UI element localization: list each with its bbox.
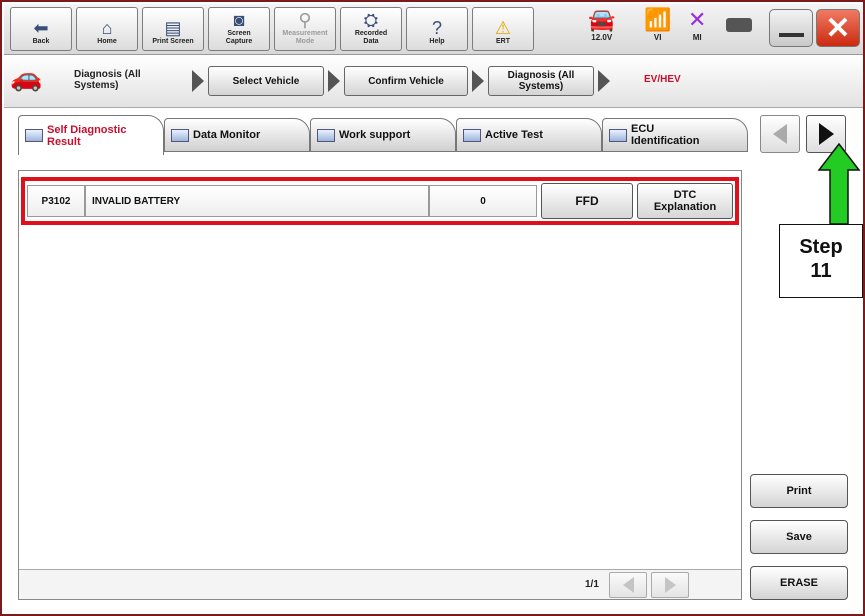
breadcrumb-select-vehicle[interactable]: Select Vehicle (208, 66, 324, 96)
breadcrumb-current-system: EV/HEV (644, 74, 681, 85)
tab-data-monitor[interactable]: Data Monitor (164, 118, 310, 152)
pager: 1/1 (19, 569, 741, 599)
warning-icon: ⚠ (494, 18, 512, 38)
page-indicator: 1/1 (585, 579, 599, 590)
erase-button[interactable]: ERASE (750, 566, 848, 600)
step-annotation: Step 11 (779, 224, 863, 298)
close-button[interactable]: ✕ (816, 9, 860, 47)
step-arrow-icon (817, 142, 861, 225)
tab-scroll-left-button[interactable] (760, 115, 800, 153)
signal-icon: 📶 (644, 7, 672, 32)
right-triangle-icon (664, 577, 676, 593)
camera-icon: ◙ (233, 10, 245, 30)
breadcrumb-arrow-icon (192, 70, 204, 92)
battery-voltage-indicator: 🚘 12.0V (588, 7, 616, 42)
dtc-code: P3102 (27, 185, 85, 217)
tab-work-support[interactable]: Work support (310, 118, 456, 152)
breadcrumb: 🚗 Diagnosis (All Systems) Select Vehicle… (4, 56, 863, 108)
active-test-icon (463, 128, 481, 142)
breadcrumb-arrow-icon (598, 70, 610, 92)
help-icon: ? (431, 18, 442, 38)
left-triangle-icon (622, 577, 634, 593)
ffd-button[interactable]: FFD (541, 183, 633, 219)
back-arrow-icon: ⬅ (33, 18, 49, 38)
printer-icon: ▤ (164, 18, 182, 38)
back-button[interactable]: ⬅ Back (10, 7, 72, 51)
help-button[interactable]: ? Help (406, 7, 468, 51)
self-diagnostic-icon (25, 129, 43, 142)
car-icon: 🚘 (588, 7, 616, 32)
page-prev-button[interactable] (609, 572, 647, 598)
dtc-explanation-button[interactable]: DTC Explanation (637, 183, 733, 219)
minimize-button[interactable] (769, 9, 813, 47)
tab-active-test[interactable]: Active Test (456, 118, 602, 152)
mi-connection-indicator: ✕ MI (688, 7, 707, 42)
tab-bar: Self Diagnostic Result Data Monitor Work… (4, 109, 863, 159)
vehicle-diagnosis-icon: 🚗 (10, 62, 43, 92)
recorded-data-icon: ⛭ (363, 10, 379, 30)
toolbar: ⬅ Back ⌂ Home ▤ Print Screen ◙ Screen Ca… (4, 4, 863, 55)
dtc-list-panel: P3102 INVALID BATTERY 0 FFD DTC Explanat… (18, 170, 742, 600)
breadcrumb-diagnosis-all-systems[interactable]: Diagnosis (All Systems) (488, 66, 594, 96)
battery-indicator (726, 18, 752, 32)
monitor-icon (171, 128, 189, 142)
vi-connection-indicator: 📶 VI (644, 7, 672, 42)
recorded-data-button[interactable]: ⛭ Recorded Data (340, 7, 402, 51)
page-next-button[interactable] (651, 572, 689, 598)
dtc-count: 0 (429, 185, 537, 217)
print-screen-button[interactable]: ▤ Print Screen (142, 7, 204, 51)
measurement-mode-button[interactable]: ⚲ Measurement Mode (274, 7, 336, 51)
home-button[interactable]: ⌂ Home (76, 7, 138, 51)
save-button[interactable]: Save (750, 520, 848, 554)
table-row: P3102 INVALID BATTERY 0 FFD DTC Explanat… (21, 177, 739, 225)
breadcrumb-root[interactable]: Diagnosis (All Systems) (74, 69, 141, 91)
app-window: ⬅ Back ⌂ Home ▤ Print Screen ◙ Screen Ca… (0, 0, 865, 616)
ecu-icon (609, 128, 627, 142)
left-triangle-icon (773, 124, 787, 144)
wrench-icon (317, 128, 335, 142)
breadcrumb-arrow-icon (472, 70, 484, 92)
home-icon: ⌂ (101, 18, 113, 38)
tab-self-diagnostic-result[interactable]: Self Diagnostic Result (18, 115, 164, 155)
close-icon: ✕ (825, 11, 851, 45)
tab-ecu-identification[interactable]: ECU Identification (602, 118, 748, 152)
ert-button[interactable]: ⚠ ERT (472, 7, 534, 51)
screen-capture-button[interactable]: ◙ Screen Capture (208, 7, 270, 51)
dtc-description: INVALID BATTERY (85, 185, 429, 217)
print-button[interactable]: Print (750, 474, 848, 508)
breadcrumb-confirm-vehicle[interactable]: Confirm Vehicle (344, 66, 468, 96)
battery-icon (726, 18, 752, 32)
breadcrumb-arrow-icon (328, 70, 340, 92)
measurement-icon: ⚲ (298, 10, 312, 30)
disconnected-icon: ✕ (688, 7, 707, 32)
